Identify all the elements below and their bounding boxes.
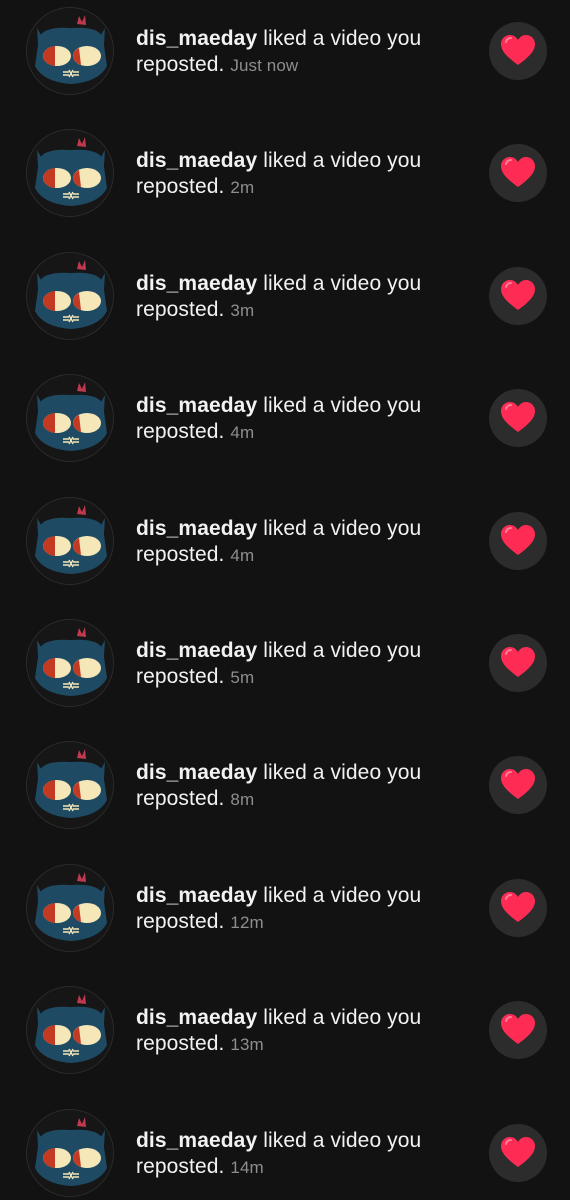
heart-icon: [501, 279, 535, 310]
activity-text: dis_maeday liked a video you reposted. 8…: [136, 760, 466, 813]
user-avatar[interactable]: [26, 251, 114, 340]
like-button[interactable]: [489, 634, 547, 692]
activity-item[interactable]: dis_maeday liked a video you reposted. 4…: [0, 490, 570, 612]
timestamp: 2m: [230, 178, 255, 198]
timestamp: 14m: [230, 1157, 264, 1177]
username[interactable]: dis_maeday: [136, 517, 257, 540]
activity-text: dis_maeday liked a video you reposted. 4…: [136, 516, 466, 569]
like-button[interactable]: [489, 756, 547, 815]
heart-icon: [501, 157, 535, 188]
activity-item[interactable]: dis_maeday liked a video you reposted. 4…: [0, 367, 570, 489]
cat-avatar-icon: [27, 742, 113, 829]
user-avatar[interactable]: [26, 129, 114, 218]
like-button[interactable]: [489, 1123, 547, 1182]
like-button[interactable]: [489, 511, 547, 570]
username[interactable]: dis_maeday: [136, 272, 257, 295]
activity-item[interactable]: dis_maeday liked a video you reposted. 1…: [0, 1102, 570, 1200]
username[interactable]: dis_maeday: [136, 761, 257, 784]
username[interactable]: dis_maeday: [136, 27, 257, 50]
heart-icon: [501, 35, 535, 65]
like-button[interactable]: [489, 1001, 547, 1060]
timestamp: Just now: [230, 56, 299, 75]
cat-avatar-icon: [27, 375, 113, 462]
activity-item[interactable]: dis_maeday liked a video you reposted. 8…: [0, 734, 570, 856]
activity-text: dis_maeday liked a video you reposted. 1…: [136, 1005, 466, 1058]
activity-text: dis_maeday liked a video you reposted. J…: [136, 26, 466, 79]
like-button[interactable]: [489, 22, 547, 80]
activity-item[interactable]: dis_maeday liked a video you reposted. 1…: [0, 857, 570, 979]
timestamp: 4m: [230, 423, 255, 443]
heart-icon: [501, 1136, 535, 1167]
like-button[interactable]: [489, 266, 547, 325]
timestamp: 8m: [230, 790, 255, 810]
heart-icon: [501, 402, 535, 433]
username[interactable]: dis_maeday: [136, 394, 257, 417]
timestamp: 12m: [230, 912, 264, 932]
cat-avatar-icon: [27, 130, 113, 217]
cat-avatar-icon: [27, 497, 113, 584]
timestamp: 13m: [230, 1035, 264, 1055]
username[interactable]: dis_maeday: [136, 884, 257, 907]
heart-icon: [501, 524, 535, 555]
timestamp: 4m: [230, 545, 255, 565]
user-avatar[interactable]: [26, 986, 114, 1075]
username[interactable]: dis_maeday: [136, 149, 257, 172]
timestamp: 5m: [230, 668, 255, 687]
activity-text: dis_maeday liked a video you reposted. 5…: [136, 638, 466, 691]
heart-icon: [501, 647, 535, 677]
user-avatar[interactable]: [26, 496, 114, 585]
activity-item[interactable]: dis_maeday liked a video you reposted. J…: [0, 0, 570, 122]
heart-icon: [501, 1014, 535, 1045]
user-avatar[interactable]: [26, 863, 114, 952]
username[interactable]: dis_maeday: [136, 1129, 257, 1152]
like-button[interactable]: [489, 389, 547, 448]
activity-text: dis_maeday liked a video you reposted. 1…: [136, 1128, 466, 1181]
cat-avatar-icon: [27, 987, 113, 1074]
activity-text: dis_maeday liked a video you reposted. 4…: [136, 393, 466, 446]
cat-avatar-icon: [27, 8, 113, 94]
user-avatar[interactable]: [26, 741, 114, 830]
activity-text: dis_maeday liked a video you reposted. 3…: [136, 271, 466, 324]
username[interactable]: dis_maeday: [136, 1006, 257, 1029]
heart-icon: [501, 891, 535, 922]
user-avatar[interactable]: [26, 7, 114, 95]
user-avatar[interactable]: [26, 374, 114, 463]
like-button[interactable]: [489, 878, 547, 937]
activity-item[interactable]: dis_maeday liked a video you reposted. 3…: [0, 245, 570, 367]
activity-text: dis_maeday liked a video you reposted. 2…: [136, 148, 466, 201]
cat-avatar-icon: [27, 864, 113, 951]
activity-text: dis_maeday liked a video you reposted. 1…: [136, 883, 466, 936]
timestamp: 3m: [230, 300, 255, 320]
cat-avatar-icon: [27, 252, 113, 339]
user-avatar[interactable]: [26, 1108, 114, 1197]
activity-item[interactable]: dis_maeday liked a video you reposted. 1…: [0, 979, 570, 1101]
user-avatar[interactable]: [26, 619, 114, 707]
cat-avatar-icon: [27, 620, 113, 706]
heart-icon: [501, 769, 535, 800]
username[interactable]: dis_maeday: [136, 639, 257, 662]
like-button[interactable]: [489, 144, 547, 203]
activity-feed: dis_maeday liked a video you reposted. J…: [0, 0, 570, 1200]
activity-item[interactable]: dis_maeday liked a video you reposted. 5…: [0, 612, 570, 734]
activity-item[interactable]: dis_maeday liked a video you reposted. 2…: [0, 122, 570, 244]
cat-avatar-icon: [27, 1109, 113, 1196]
